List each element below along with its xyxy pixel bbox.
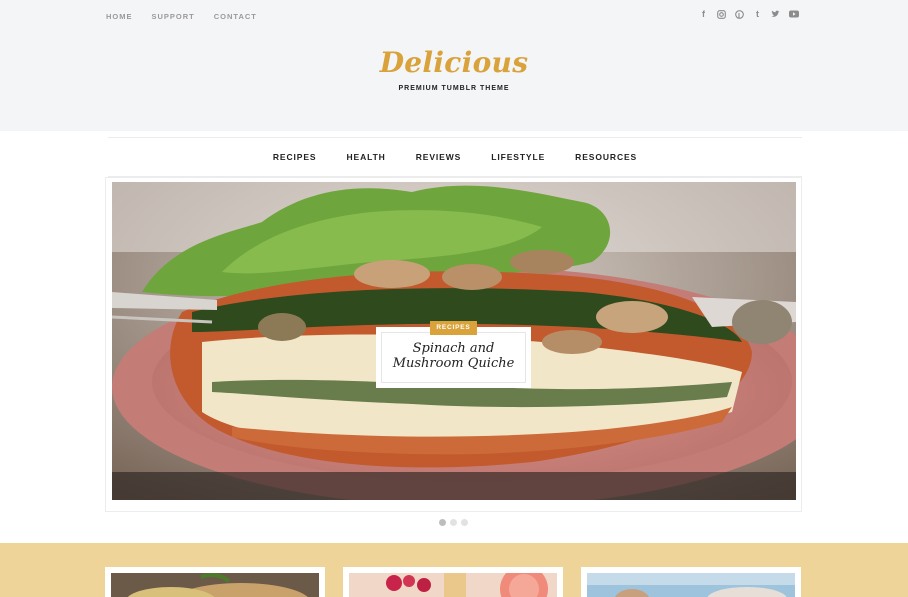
slider-dot-3[interactable] [461, 519, 468, 526]
social-links: f t [699, 9, 799, 19]
site-logo[interactable]: Delicious [0, 46, 908, 79]
featured-card-3-image [587, 573, 795, 597]
top-link-home[interactable]: HOME [106, 12, 133, 21]
featured-card-1-image [111, 573, 319, 597]
nav-item-health[interactable]: HEALTH [346, 152, 385, 162]
twitter-icon[interactable] [771, 10, 780, 18]
main-navigation-bar: RECIPES HEALTH REVIEWS LIFESTYLE RESOURC… [108, 137, 802, 177]
main-navigation: RECIPES HEALTH REVIEWS LIFESTYLE RESOURC… [108, 138, 802, 176]
site-tagline: PREMIUM TUMBLR THEME [398, 85, 510, 92]
featured-card-2[interactable] [343, 567, 563, 597]
top-link-support[interactable]: SUPPORT [152, 12, 195, 21]
nav-item-recipes[interactable]: RECIPES [273, 152, 317, 162]
nav-item-reviews[interactable]: REVIEWS [416, 152, 462, 162]
site-header: HOME SUPPORT CONTACT f t Delicious PREMI… [0, 0, 908, 131]
nav-item-resources[interactable]: RESOURCES [575, 152, 637, 162]
slide-title-line-1: Spinach and [412, 341, 495, 356]
youtube-icon[interactable] [789, 10, 799, 18]
top-navigation: HOME SUPPORT CONTACT [106, 12, 276, 21]
top-link-contact[interactable]: CONTACT [214, 12, 257, 21]
slider-dot-1[interactable] [439, 519, 446, 526]
featured-card-2-image [349, 573, 557, 597]
tumblr-icon[interactable]: t [753, 9, 762, 19]
nav-item-lifestyle[interactable]: LIFESTYLE [491, 152, 545, 162]
category-badge[interactable]: RECIPES [430, 321, 477, 335]
slider-dot-2[interactable] [450, 519, 457, 526]
featured-card-3[interactable] [581, 567, 801, 597]
slide-title-line-2: Mushroom Quiche [392, 356, 515, 371]
facebook-icon[interactable]: f [699, 9, 708, 19]
slide-title[interactable]: Spinach and Mushroom Quiche [376, 341, 531, 371]
pinterest-icon[interactable] [735, 9, 744, 19]
branding: Delicious PREMIUM TUMBLR THEME [0, 46, 908, 92]
slider-pagination [439, 519, 468, 526]
featured-card-1[interactable] [105, 567, 325, 597]
instagram-icon[interactable] [717, 9, 726, 19]
